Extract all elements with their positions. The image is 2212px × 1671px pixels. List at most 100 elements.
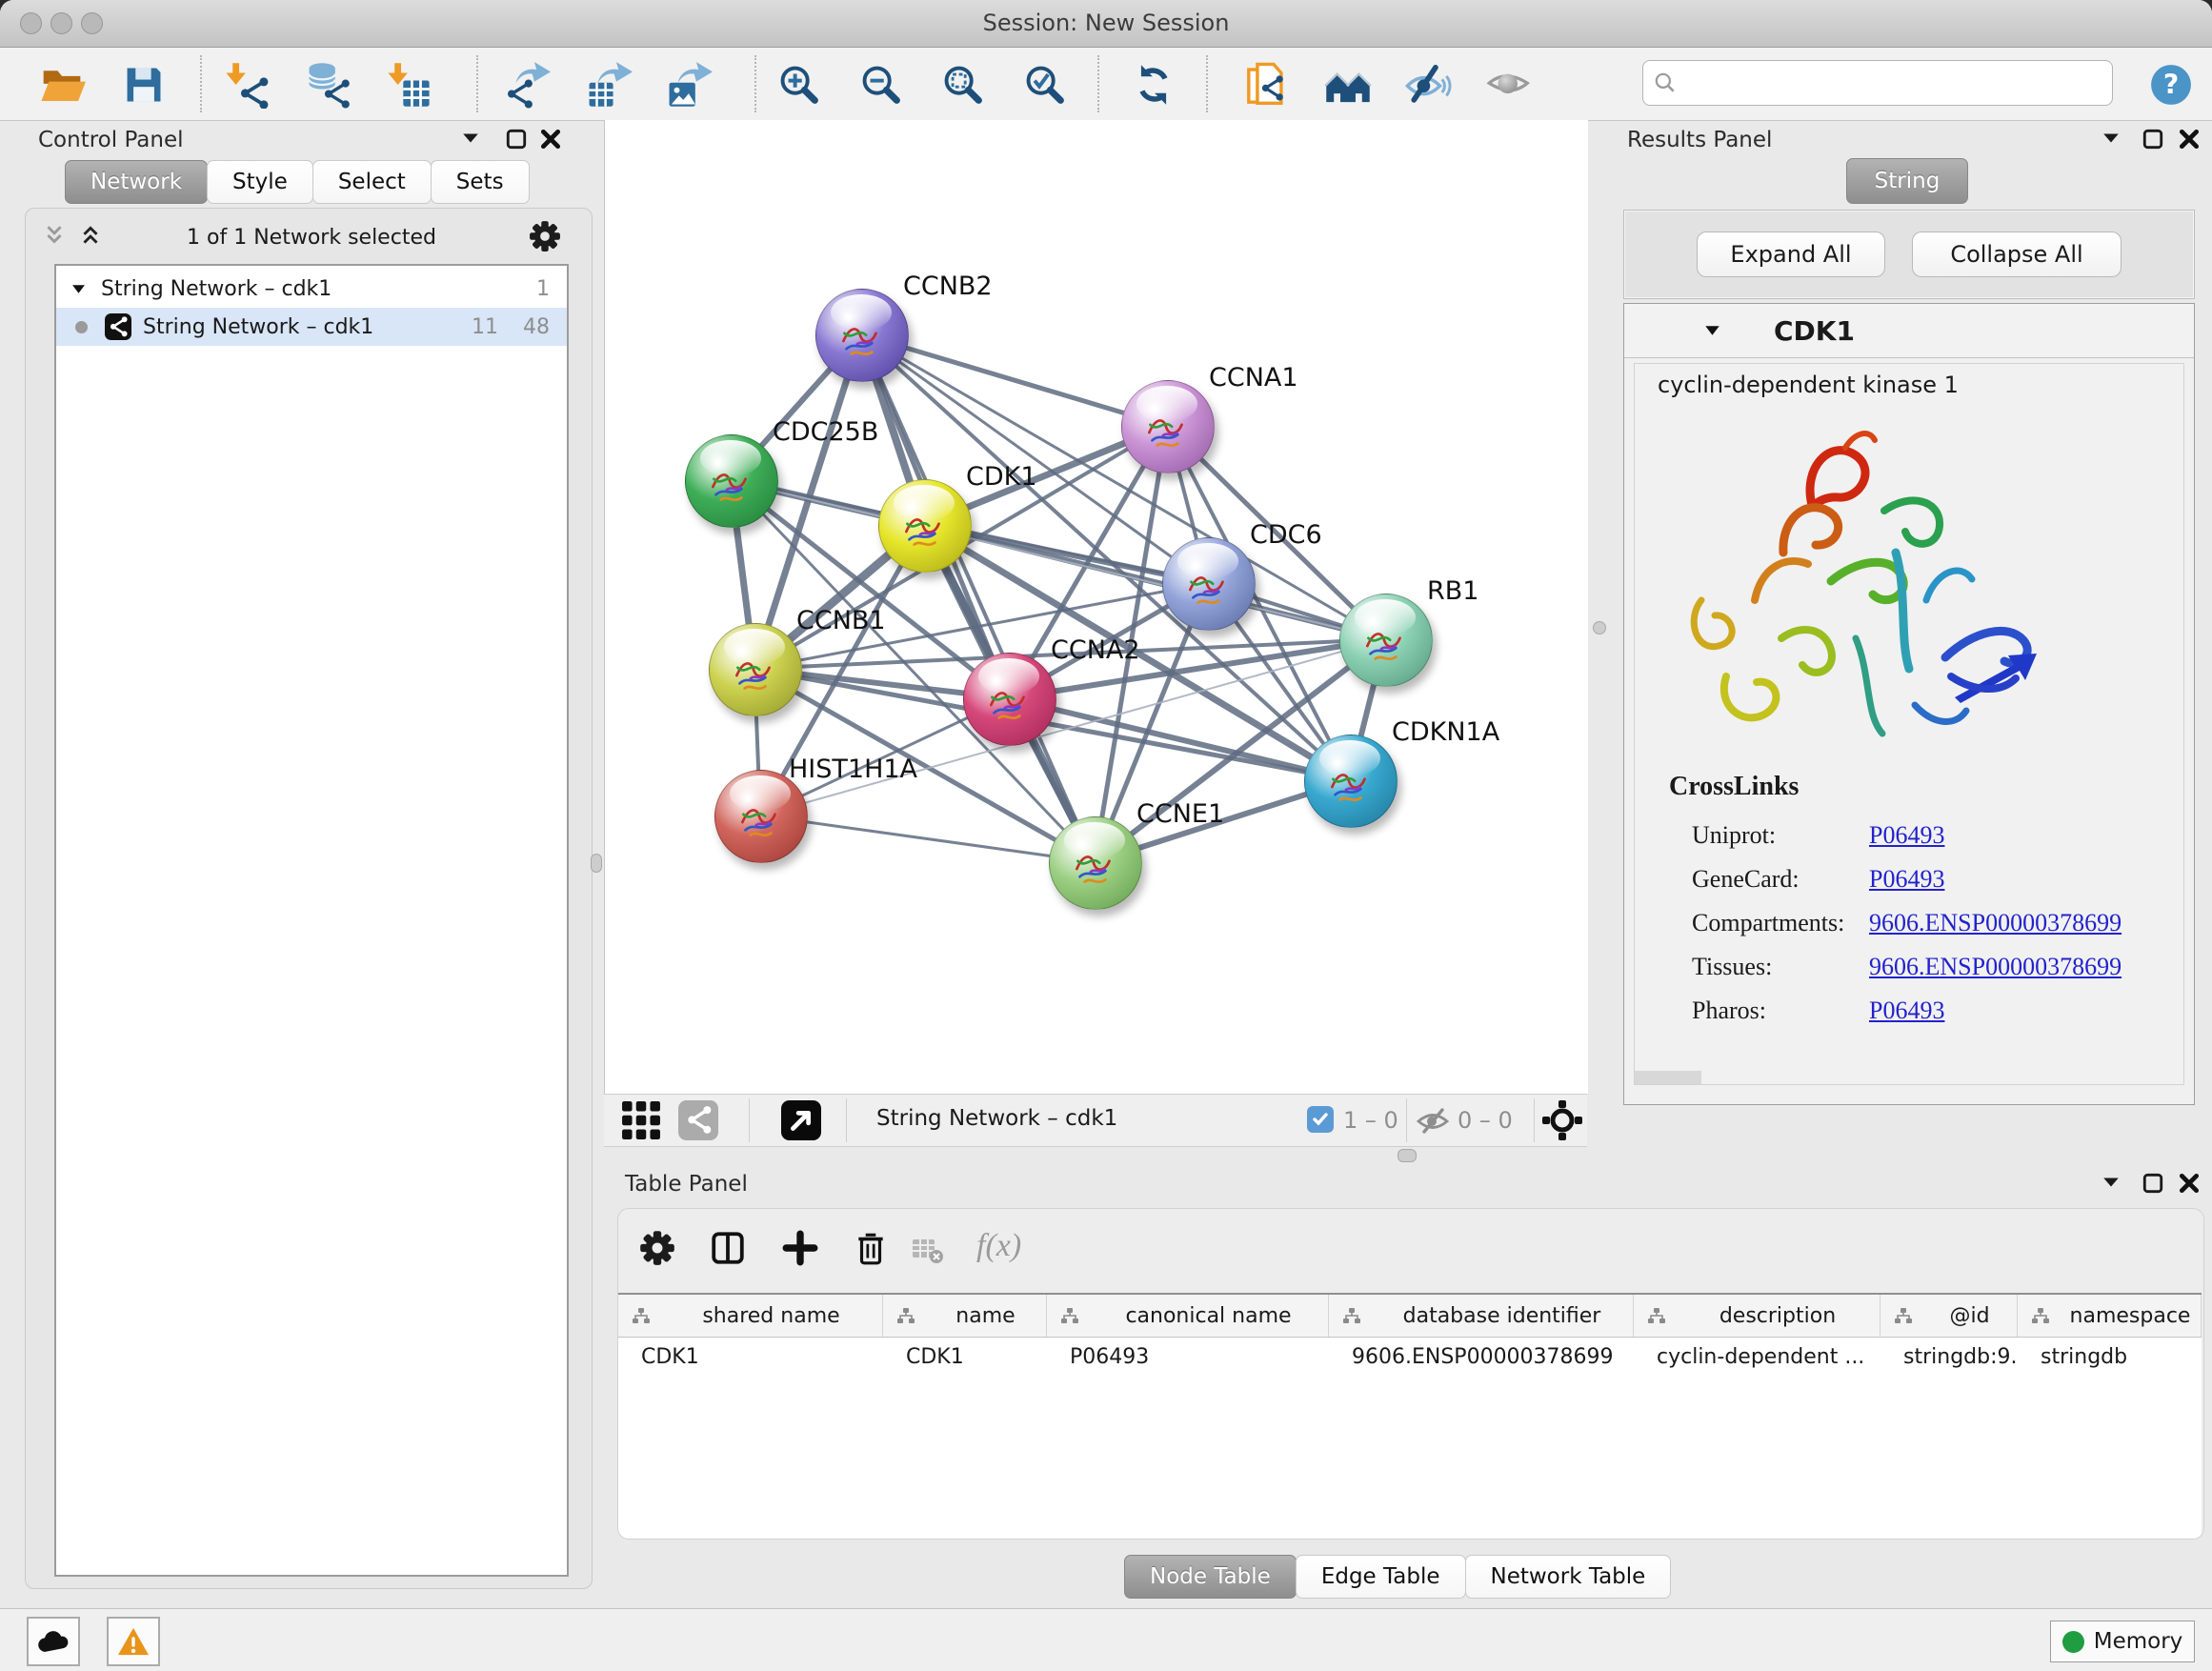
column-header-namespace[interactable]: namespace [2018,1295,2202,1337]
string-style-button[interactable] [678,1100,718,1140]
network-node-CDC6[interactable] [1162,537,1256,631]
hidden-items-button[interactable] [1416,1104,1450,1138]
highlight-button[interactable] [1482,57,1538,112]
control-panel-float-button[interactable] [505,128,528,151]
zoom-in-button[interactable] [772,57,827,112]
export-image-button[interactable] [661,57,716,112]
network-node-CCNB1[interactable] [709,623,802,716]
memory-button[interactable]: Memory [2050,1621,2195,1662]
cloud-status-button[interactable] [27,1617,80,1666]
column-header-shared-name[interactable]: shared name [618,1295,883,1337]
refresh-network-button[interactable] [1126,57,1181,112]
save-session-button[interactable] [116,57,171,112]
results-panel-close-button[interactable] [2178,128,2201,151]
function-builder-button[interactable]: f(x) [976,1228,1021,1264]
tab-sets[interactable]: Sets [431,160,530,204]
results-panel-menu-button[interactable] [2101,131,2121,145]
search-field[interactable] [1642,60,2113,106]
create-column-button[interactable] [782,1230,818,1266]
search-input[interactable] [1683,70,2112,96]
table-panel-close-button[interactable] [2178,1172,2201,1195]
table-options-gear-button[interactable] [639,1230,675,1266]
column-header-description[interactable]: description [1634,1295,1880,1337]
gene-card-header[interactable]: CDK1 [1624,304,2194,358]
show-grid-button[interactable] [621,1100,661,1140]
column-header-label: shared name [702,1304,839,1328]
table-cell: CDK1 [618,1338,883,1376]
crosslink-link[interactable]: 9606.ENSP00000378699 [1869,953,2122,981]
zoom-out-button[interactable] [854,57,909,112]
left-splitter-handle[interactable] [591,854,602,873]
network-node-CCNB2[interactable] [815,289,909,382]
delete-table-button[interactable] [910,1232,944,1266]
node-position-reset-button[interactable] [1541,1099,1583,1141]
tab-edge-table[interactable]: Edge Table [1296,1555,1466,1599]
table-panel-menu-button[interactable] [2101,1176,2121,1189]
collapse-all-networks-button[interactable] [43,224,66,247]
import-table-button[interactable] [381,57,436,112]
show-columns-button[interactable] [710,1230,746,1266]
import-network-database-button[interactable] [301,57,356,112]
open-session-button[interactable] [34,57,90,112]
delete-column-button[interactable] [853,1230,889,1266]
expand-all-button[interactable]: Expand All [1697,232,1885,277]
export-table-button[interactable] [581,57,636,112]
column-header-name[interactable]: name [883,1295,1047,1337]
import-network-icon [223,61,271,109]
network-node-CDK1[interactable] [878,479,972,573]
network-row-selected[interactable]: String Network – cdk1 11 48 [56,308,567,346]
export-network-button[interactable] [499,57,554,112]
network-node-CCNA2[interactable] [963,653,1056,746]
zoom-selected-button[interactable] [1017,57,1073,112]
network-view-canvas[interactable]: CCNB2CCNA1CDC25BCDK1CDC6RB1CCNB1CCNA2CDK… [604,120,1588,1094]
crosslink-link[interactable]: 9606.ENSP00000378699 [1869,909,2122,937]
network-node-RB1[interactable] [1339,594,1433,687]
right-splitter-handle[interactable] [1593,621,1606,634]
string-import-button[interactable] [1320,57,1376,112]
node-label-CCNA1: CCNA1 [1209,363,1298,393]
network-node-CDKN1A[interactable] [1304,735,1398,828]
network-node-CCNE1[interactable] [1049,816,1142,910]
expand-all-label: Expand All [1730,241,1851,268]
crosslink-row: Tissues:9606.ENSP00000378699 [1692,945,2168,989]
control-panel-close-button[interactable] [539,128,562,151]
crosslink-link[interactable]: P06493 [1869,997,1944,1025]
eye-slash-gray-icon [1416,1104,1450,1138]
tab-network-table[interactable]: Network Table [1465,1555,1672,1599]
crosslink-link[interactable]: P06493 [1869,865,1944,894]
column-header-database-identifier[interactable]: database identifier [1329,1295,1634,1337]
save-floppy-icon [121,62,167,108]
export-table-icon [585,61,633,109]
network-node-CCNA1[interactable] [1121,380,1215,473]
network-node-CDC25B[interactable] [685,434,778,528]
collapse-all-button[interactable]: Collapse All [1912,232,2122,277]
import-network-file-button[interactable] [219,57,274,112]
warnings-button[interactable] [107,1617,160,1666]
control-panel-menu-button[interactable] [461,131,480,145]
open-in-new-window-button[interactable] [781,1100,821,1140]
tab-label: Edge Table [1321,1564,1440,1589]
column-header--id[interactable]: @id [1880,1295,2018,1337]
table-row[interactable]: CDK1CDK1P064939606.ENSP00000378699cyclin… [618,1338,2202,1376]
selected-checkbox[interactable] [1307,1106,1334,1133]
expand-all-networks-button[interactable] [79,224,102,247]
results-panel-float-button[interactable] [2142,128,2164,151]
clone-network-button[interactable] [1238,57,1294,112]
table-panel-float-button[interactable] [2142,1172,2164,1195]
crosslink-link[interactable]: P06493 [1869,821,1944,850]
results-scrollbar-corner[interactable] [1635,1071,1701,1084]
tab-select[interactable]: Select [312,160,432,204]
node-gloss-highlight [700,440,760,476]
network-collection-row[interactable]: String Network – cdk1 1 [56,270,567,308]
column-header-canonical-name[interactable]: canonical name [1047,1295,1329,1337]
hidden-node-edge-counts: 0 – 0 [1458,1107,1513,1134]
tab-string[interactable]: String [1846,158,1968,204]
zoom-fit-button[interactable] [935,57,991,112]
tab-network[interactable]: Network [65,160,208,204]
tab-node-table[interactable]: Node Table [1124,1555,1297,1599]
tab-style[interactable]: Style [207,160,313,204]
network-options-gear-button[interactable] [529,220,561,252]
help-button[interactable]: ? [2147,57,2195,112]
hide-unhide-button[interactable] [1400,57,1456,112]
horizontal-splitter-handle[interactable] [1398,1149,1417,1162]
